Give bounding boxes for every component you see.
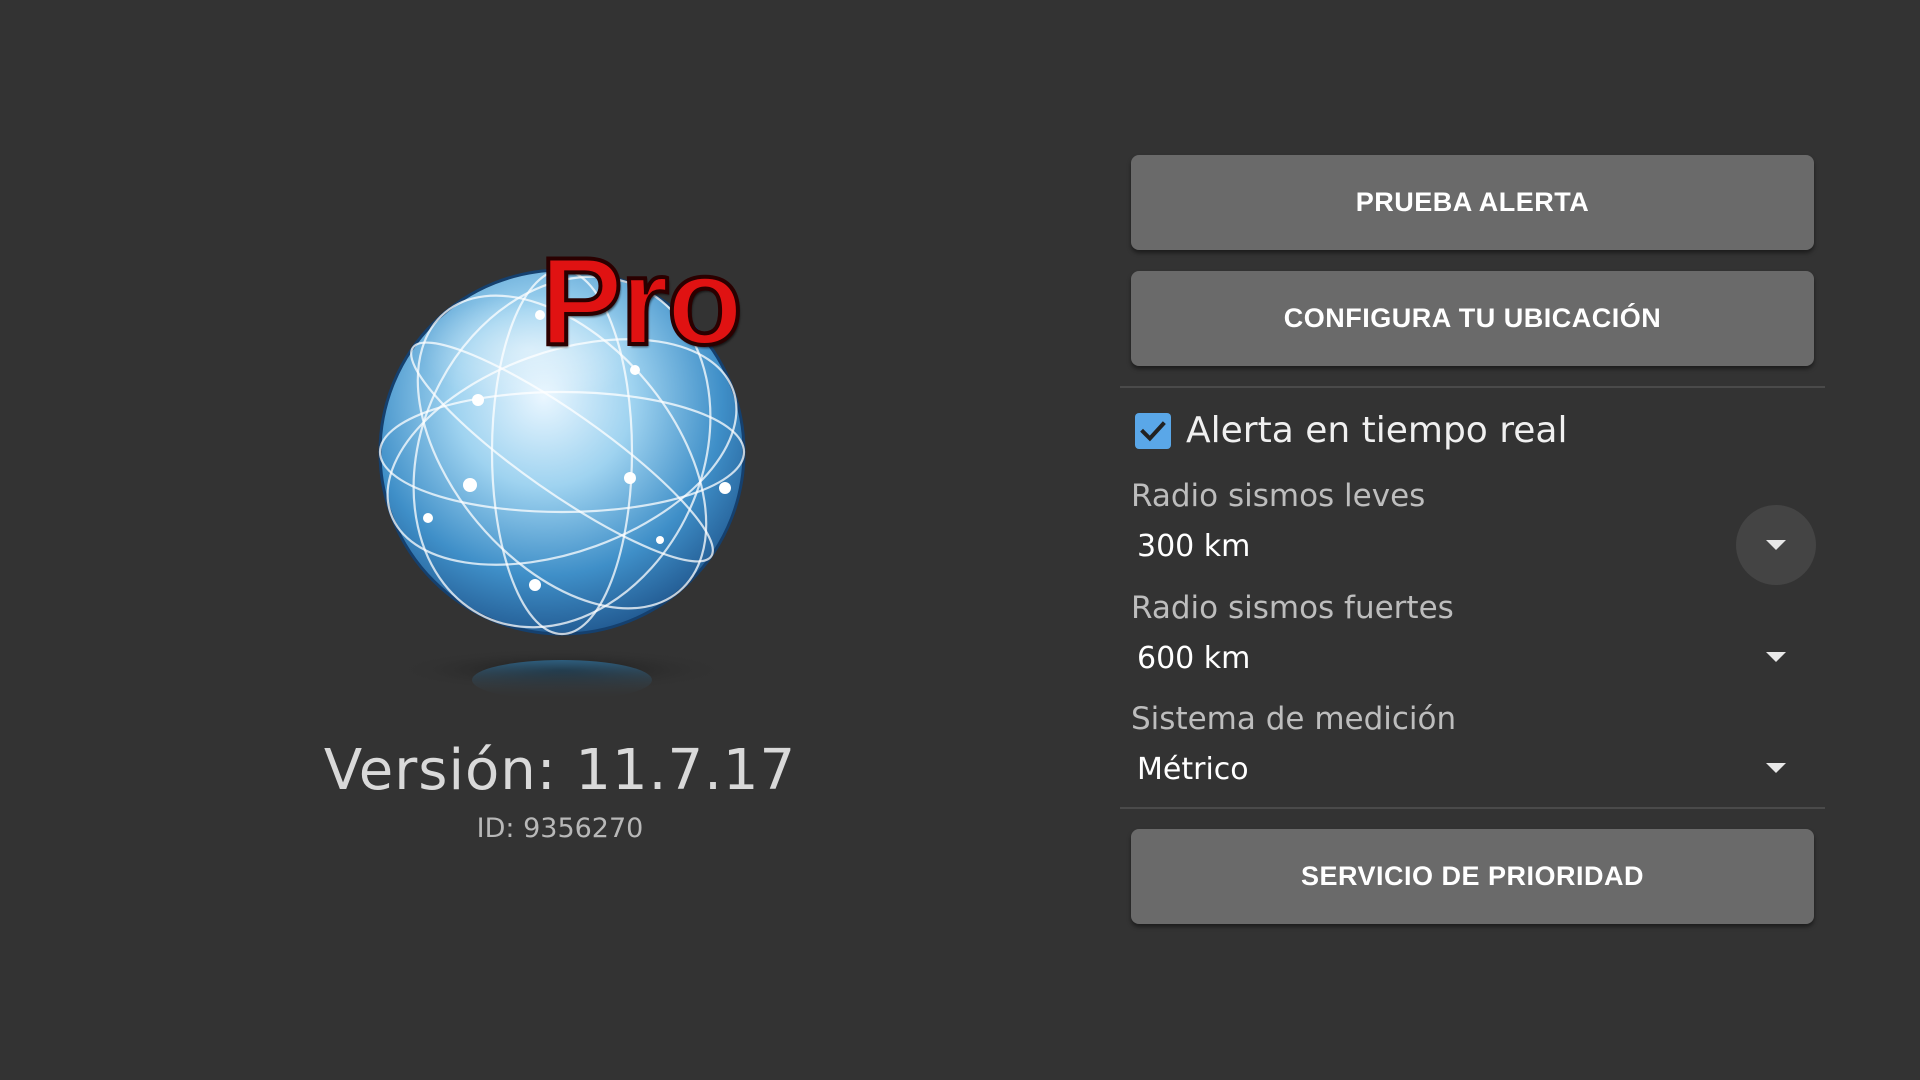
set-location-button[interactable]: CONFIGURA TU UBICACIÓN <box>1131 271 1814 366</box>
measurement-system-label: Sistema de medición <box>1131 701 1457 737</box>
minor-radius-select[interactable]: 300 km <box>1137 529 1250 564</box>
pro-logo-text: Pro <box>538 233 745 371</box>
app-logo: Pro <box>330 233 790 720</box>
check-icon <box>1140 421 1166 442</box>
measurement-system-select[interactable]: Métrico <box>1137 752 1249 787</box>
divider <box>1120 386 1825 388</box>
test-alert-button[interactable]: PRUEBA ALERTA <box>1131 155 1814 250</box>
triangle-down-icon[interactable] <box>1766 540 1786 550</box>
triangle-down-icon[interactable] <box>1766 763 1786 773</box>
strong-radius-label: Radio sismos fuertes <box>1131 590 1454 626</box>
divider <box>1120 807 1825 809</box>
minor-radius-label: Radio sismos leves <box>1131 478 1426 514</box>
app-screen: Pro Versión: 11.7.17 ID: 9356270 PRUEBA … <box>0 0 1920 1080</box>
realtime-alert-checkbox[interactable] <box>1135 413 1171 449</box>
triangle-down-icon[interactable] <box>1766 652 1786 662</box>
device-id-label: ID: 9356270 <box>476 813 644 844</box>
strong-radius-select[interactable]: 600 km <box>1137 641 1250 676</box>
realtime-alert-label[interactable]: Alerta en tiempo real <box>1186 410 1567 451</box>
priority-service-button[interactable]: SERVICIO DE PRIORIDAD <box>1131 829 1814 924</box>
version-label: Versión: 11.7.17 <box>323 738 797 803</box>
